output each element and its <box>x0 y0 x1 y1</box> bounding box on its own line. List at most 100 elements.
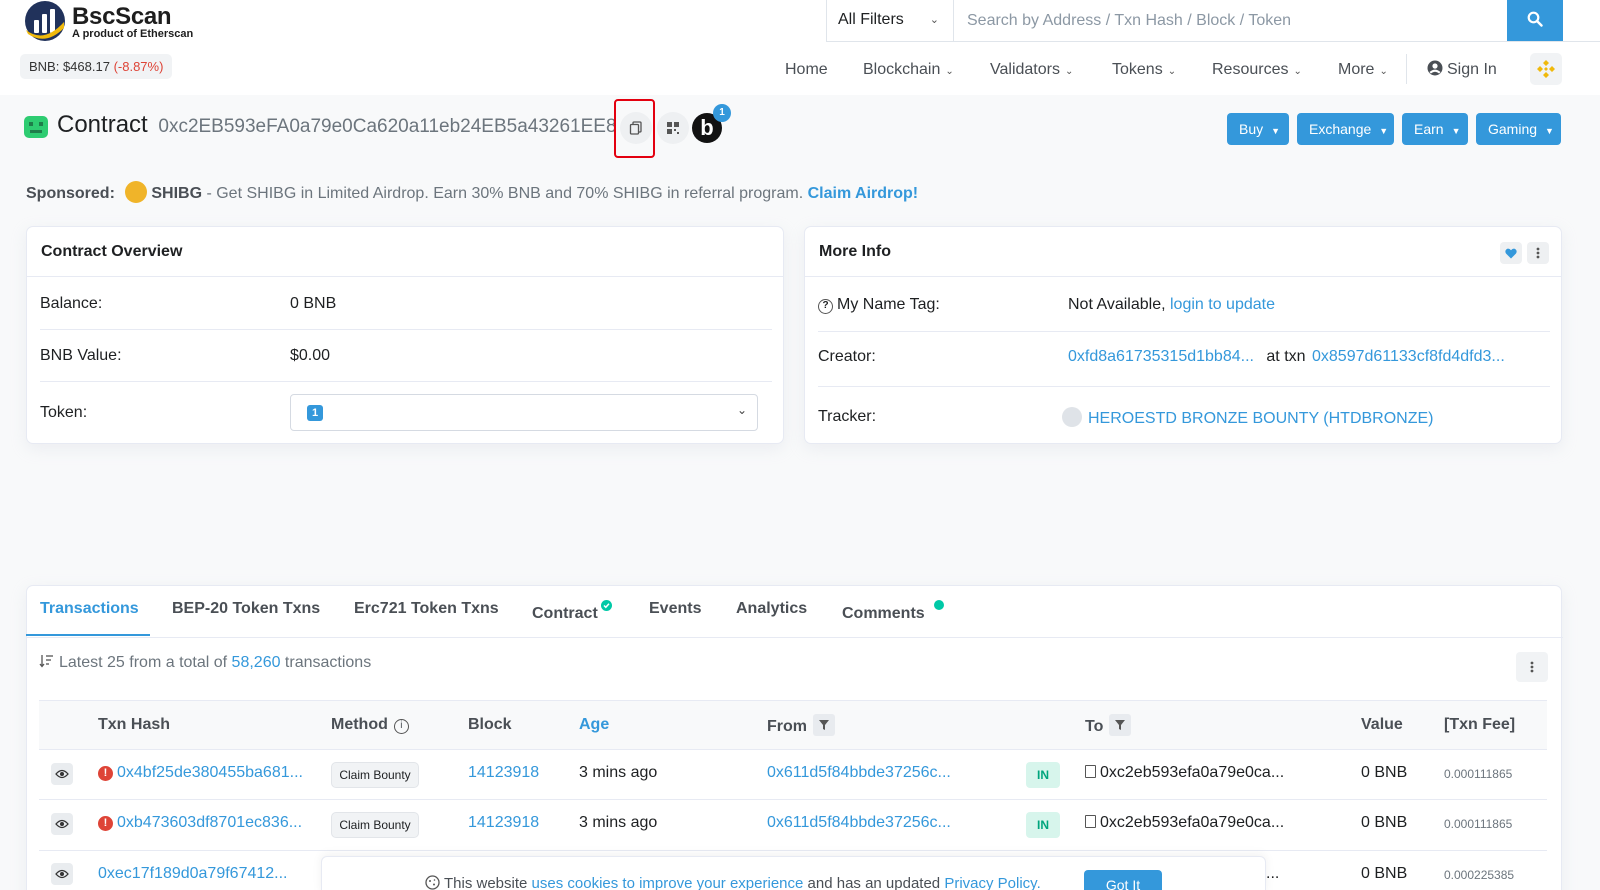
tracker-value-wrap: HEROESTD BRONZE BOUNTY (HTDBRONZE) <box>1062 407 1434 428</box>
tracker-token-link[interactable]: HEROESTD BRONZE BOUNTY (HTDBRONZE) <box>1088 410 1434 427</box>
contract-address: 0xc2EB593eFA0a79e0Ca620a11eb24EB5a43261E… <box>158 116 617 137</box>
nav-sign-in[interactable]: Sign In <box>1427 58 1497 82</box>
earn-dropdown-button[interactable]: Earn ▼ <box>1402 113 1468 145</box>
user-circle-icon <box>1427 60 1443 76</box>
nav-resources[interactable]: Resources ⌄ <box>1212 58 1302 82</box>
search-filter-select[interactable]: All Filters ⌄ <box>827 0 954 41</box>
qr-code-button[interactable] <box>657 112 689 144</box>
tab-contract-label: Contract <box>532 605 598 622</box>
nav-home[interactable]: Home <box>785 58 828 82</box>
chevron-down-icon: ⌄ <box>1293 66 1302 77</box>
more-options-button[interactable] <box>1527 242 1549 264</box>
chevron-down-icon: ⌄ <box>945 66 954 77</box>
nav-blockchain[interactable]: Blockchain ⌄ <box>863 58 954 82</box>
row-divider <box>39 799 1547 800</box>
nav-tokens[interactable]: Tokens ⌄ <box>1112 58 1176 82</box>
from-address-link[interactable]: 0x611d5f84bbde37256c... <box>767 764 951 782</box>
tab-comments[interactable]: Comments <box>842 600 944 623</box>
preview-eye-button[interactable] <box>51 763 73 785</box>
name-tag-label-wrap: ? My Name Tag: <box>818 296 940 314</box>
gaming-label: Gaming <box>1488 121 1538 137</box>
kebab-icon <box>1530 661 1534 673</box>
creator-label: Creator: <box>818 348 876 365</box>
bnb-value-label: BNB Value: <box>40 347 122 364</box>
value-cell: 0 BNB <box>1361 764 1408 781</box>
nav-more-label: More <box>1338 61 1375 78</box>
shibg-logo-icon <box>125 181 148 203</box>
info-icon[interactable]: i <box>393 719 409 734</box>
logo-tagline: A product of Etherscan <box>72 28 194 40</box>
search-input[interactable] <box>955 0 1501 41</box>
nav-divider <box>1406 54 1407 84</box>
bnb-network-button[interactable] <box>1530 53 1562 85</box>
tab-analytics[interactable]: Analytics <box>736 600 807 618</box>
direction-badge: IN <box>1026 762 1060 788</box>
txn-fee-cell: 0.000225385 <box>1444 868 1515 882</box>
buy-dropdown-button[interactable]: Buy ▼ <box>1227 113 1289 145</box>
txn-hash-cell[interactable]: ! 0xb473603df8701ec836... <box>98 814 302 832</box>
txn-hash-link[interactable]: 0x4bf25de380455ba681... <box>117 764 303 781</box>
divider <box>818 331 1550 332</box>
total-transactions-link[interactable]: 58,260 <box>232 654 281 671</box>
heart-icon <box>1505 248 1517 259</box>
bscscan-logo[interactable]: BscScan A product of Etherscan <box>24 0 234 48</box>
from-address-link[interactable]: 0x611d5f84bbde37256c... <box>767 814 951 832</box>
creator-txn-link[interactable]: 0x8597d61133cf8fd4dfd3... <box>1312 348 1505 365</box>
nav-more[interactable]: More ⌄ <box>1338 58 1388 82</box>
block-link[interactable]: 14123918 <box>468 764 539 782</box>
to-address[interactable]: 0xc2eb593efa0a79e0ca... <box>1100 814 1284 831</box>
search-bar: All Filters ⌄ <box>826 0 1600 42</box>
tab-transactions[interactable]: Transactions <box>40 600 139 618</box>
balance-value: 0 BNB <box>290 295 337 312</box>
contract-overview-card: Contract Overview Balance: 0 BNB BNB Val… <box>26 226 784 444</box>
block-link[interactable]: 14123918 <box>468 814 539 832</box>
tab-contract[interactable]: Contract <box>532 600 612 623</box>
transactions-summary: Latest 25 from a total of 58,260 transac… <box>39 654 371 672</box>
nav-validators-label: Validators <box>990 61 1060 78</box>
cookie-policy-link[interactable]: uses cookies to improve your experience <box>532 875 804 890</box>
sponsored-label: Sponsored: <box>26 185 115 202</box>
col-txn-hash: Txn Hash <box>98 716 171 733</box>
tab-events[interactable]: Events <box>649 600 701 618</box>
buy-label: Buy <box>1239 121 1264 137</box>
creator-address-link[interactable]: 0xfd8a61735315d1bb84... <box>1068 348 1254 365</box>
nav-sign-in-label: Sign In <box>1447 61 1497 78</box>
col-age-toggle[interactable]: Age <box>579 716 609 734</box>
site-header: BscScan A product of Etherscan BNB: $468… <box>0 0 1600 95</box>
accept-cookies-button[interactable]: Got It <box>1084 870 1162 890</box>
token-holdings-select[interactable]: 1 ⌄ <box>290 394 758 431</box>
txn-hash-link[interactable]: 0xec17f189d0a79f67412... <box>98 865 288 883</box>
favorite-button[interactable] <box>1500 242 1522 264</box>
tab-erc721-token-txns[interactable]: Erc721 Token Txns <box>354 600 499 618</box>
claim-airdrop-link[interactable]: Claim Airdrop! <box>808 185 919 202</box>
more-info-title: More Info <box>805 227 1561 277</box>
contract-overview-title: Contract Overview <box>27 227 783 277</box>
to-cell: 0xc2eb593efa0a79e0ca... <box>1085 814 1284 832</box>
col-block: Block <box>468 716 512 733</box>
contract-file-icon <box>1085 765 1096 778</box>
nav-validators[interactable]: Validators ⌄ <box>990 58 1073 82</box>
new-comment-dot <box>933 600 944 610</box>
to-address[interactable]: ... <box>1266 865 1279 883</box>
filter-icon[interactable] <box>1109 714 1132 736</box>
contract-avatar-icon <box>24 116 48 138</box>
login-to-update-link[interactable]: login to update <box>1170 296 1275 313</box>
txn-fee-cell: 0.000111865 <box>1444 767 1513 781</box>
exchange-dropdown-button[interactable]: Exchange ▼ <box>1297 113 1394 145</box>
filter-icon[interactable] <box>813 714 835 736</box>
cookie-banner: This website uses cookies to improve you… <box>321 856 1266 890</box>
preview-eye-button[interactable] <box>51 813 73 835</box>
privacy-policy-link[interactable]: Privacy Policy. <box>944 875 1040 890</box>
table-options-button[interactable] <box>1516 652 1548 682</box>
tab-bep20-token-txns[interactable]: BEP-20 Token Txns <box>172 600 320 618</box>
preview-eye-button[interactable] <box>51 863 73 885</box>
search-button[interactable] <box>1507 0 1563 41</box>
txn-hash-cell[interactable]: ! 0x4bf25de380455ba681... <box>98 764 303 782</box>
col-to: To <box>1085 714 1132 736</box>
gaming-dropdown-button[interactable]: Gaming ▼ <box>1476 113 1561 145</box>
txn-hash-link[interactable]: 0xb473603df8701ec836... <box>117 814 302 831</box>
contract-file-icon <box>1085 815 1096 828</box>
to-address[interactable]: 0xc2eb593efa0a79e0ca... <box>1100 764 1284 781</box>
divider <box>40 329 772 330</box>
row-divider <box>39 850 1547 851</box>
